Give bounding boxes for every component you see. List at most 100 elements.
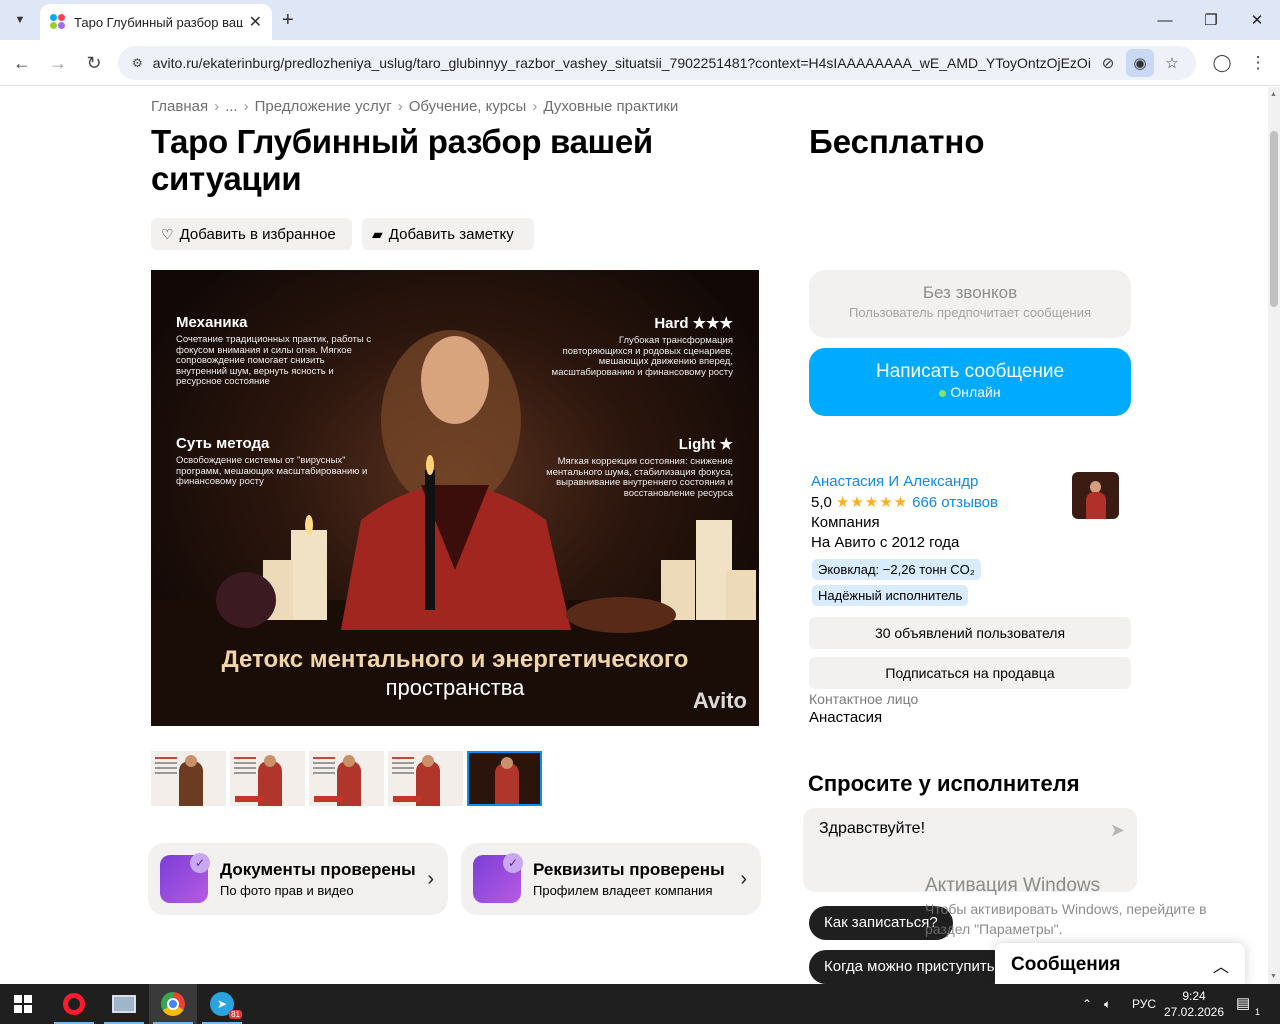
seller-rating-value: 5,0 (811, 494, 832, 511)
reliable-badge[interactable]: Надёжный исполнитель (812, 585, 969, 606)
heart-icon: ♡ (161, 225, 174, 242)
page-scrollbar[interactable]: ▲ ▼ (1268, 87, 1280, 984)
taskbar-clock[interactable]: 9:24 27.02.2026 (1160, 988, 1228, 1020)
image-mechanics-text: Сочетание традиционных практик, работы с… (176, 334, 372, 387)
subscribe-seller-button[interactable]: Подписаться на продавца (809, 657, 1131, 689)
send-icon[interactable]: ➤ (1110, 820, 1125, 841)
ask-message-input[interactable]: Здравствуйте! ➤ (803, 808, 1137, 892)
chevron-up-icon[interactable]: ︿ (1213, 953, 1229, 977)
restore-icon[interactable]: ❐ (1188, 0, 1234, 40)
minimize-icon[interactable]: — (1142, 0, 1188, 40)
requisites-verified-subtitle: Профилем владеет компания (533, 883, 713, 898)
eye-off-icon[interactable]: ⊘ (1094, 49, 1122, 77)
breadcrumb: Главная ›... › Предложение услуг › Обучение, … (151, 98, 679, 115)
documents-verified-card[interactable]: ✓ Документы проверены По фото прав и вид… (148, 843, 448, 915)
seller-ads-button[interactable]: 30 объявлений пользователя (809, 617, 1131, 649)
image-mechanics-heading: Механика (176, 314, 248, 331)
opera-icon (63, 993, 85, 1015)
documents-verified-title: Документы проверены (220, 860, 416, 879)
scroll-up-icon[interactable]: ▲ (1270, 91, 1277, 98)
no-calls-title: Без звонков (922, 283, 1018, 302)
image-headline: Детокс ментального и энергетического (221, 646, 689, 673)
chevron-down-icon[interactable]: ▼ (8, 8, 32, 32)
breadcrumb-services[interactable]: Предложение услуг (255, 98, 392, 115)
no-calls-info: Без звонков Пользователь предпочитает со… (809, 270, 1131, 338)
star-icon[interactable]: ☆ (1158, 49, 1186, 77)
browser-tab[interactable]: Таро Глубинный разбор ваше ✕ (40, 4, 272, 40)
breadcrumb-home[interactable]: Главная (151, 98, 208, 115)
add-favorite-label: Добавить в избранное (179, 225, 336, 243)
add-favorite-button[interactable]: ♡ Добавить в избранное (151, 218, 352, 250)
explorer-taskbar-button[interactable] (100, 984, 148, 1024)
reload-icon[interactable]: ↻ (81, 50, 107, 76)
watermark-line-2: раздел "Параметры". (925, 921, 1063, 937)
image-block-light: Light ★ Мягкая коррекция состояния: сниж… (533, 435, 733, 499)
contact-person-label: Контактное лицо (809, 691, 919, 707)
clock-time: 9:24 (1182, 989, 1206, 1003)
messages-panel-bar[interactable]: Сообщения ︿ (995, 943, 1245, 984)
telegram-taskbar-button[interactable]: ➤ 81 (198, 984, 246, 1024)
thumbnail-4[interactable] (388, 751, 463, 806)
lens-icon[interactable]: ◉ (1126, 49, 1154, 77)
add-note-label: Добавить заметку (388, 225, 514, 243)
requisites-verified-card[interactable]: ✓ Реквизиты проверены Профилем владеет к… (461, 843, 761, 915)
notifications-icon[interactable]: ▤ 1 (1236, 994, 1260, 1017)
image-hard-text: Глубокая трансформация повторяющихся и р… (551, 335, 733, 378)
seller-reviews-link[interactable]: 666 отзывов (912, 494, 998, 511)
thumbnail-2[interactable] (230, 751, 305, 806)
quick-question-chip[interactable]: Как записаться? (809, 906, 953, 940)
kebab-menu-icon[interactable]: ⋮ (1245, 50, 1271, 76)
speaker-muted-icon[interactable]: 🔈︎ (1104, 984, 1111, 1024)
breadcrumb-spiritual[interactable]: Духовные практики (543, 98, 678, 115)
online-dot-icon (939, 389, 947, 397)
breadcrumb-ellipsis[interactable]: ... (225, 98, 238, 115)
ask-message-value[interactable]: Здравствуйте! (819, 820, 1121, 838)
main-photo[interactable]: Механика Сочетание традиционных практик,… (151, 270, 759, 726)
documents-verified-icon: ✓ (160, 853, 210, 903)
scroll-down-icon[interactable]: ▼ (1270, 973, 1277, 980)
url-text[interactable]: avito.ru/ekaterinburg/predlozheniya_uslu… (153, 55, 1090, 71)
chrome-icon (161, 992, 185, 1016)
requisites-verified-icon: ✓ (473, 853, 523, 903)
clock-date: 27.02.2026 (1163, 1005, 1225, 1019)
quick-question-chip[interactable]: Когда можно приступить (809, 950, 1010, 984)
window-close-icon[interactable]: ✕ (1234, 0, 1280, 40)
messages-label: Сообщения (1011, 953, 1121, 975)
add-note-button[interactable]: ▰ Добавить заметку (362, 218, 534, 250)
image-hard-heading: Hard ★★★ (654, 315, 733, 332)
thumbnail-1[interactable] (151, 751, 226, 806)
image-block-mechanics: Механика Сочетание традиционных практик,… (176, 314, 376, 388)
address-bar[interactable]: ⚙ avito.ru/ekaterinburg/predlozheniya_us… (118, 46, 1196, 80)
eco-badge[interactable]: Эковклад: −2,26 тонн CO₂ (812, 559, 981, 580)
write-message-label: Написать сообщение (875, 361, 1065, 382)
breadcrumb-education[interactable]: Обучение, курсы (409, 98, 527, 115)
price: Бесплатно (809, 123, 985, 160)
telegram-badge: 81 (229, 1010, 242, 1019)
write-message-button[interactable]: Написать сообщение Онлайн (809, 348, 1131, 416)
page-content: Главная ›... › Предложение услуг › Обучение, … (0, 87, 1268, 984)
thumbnail-5-selected[interactable] (467, 751, 542, 806)
browser-tab-bar: ▼ Таро Глубинный разбор ваше ✕ + — ❐ ✕ (0, 0, 1280, 40)
opera-taskbar-button[interactable] (50, 984, 98, 1024)
image-subheadline: пространства (385, 675, 525, 700)
watermark-line-1: Чтобы активировать Windows, перейдите в (925, 901, 1207, 917)
no-calls-subtitle: Пользователь предпочитает сообщения (848, 305, 1091, 320)
arrow-right-icon[interactable]: → (45, 50, 71, 76)
chevron-up-icon[interactable]: ⌃ (1082, 984, 1092, 1024)
image-block-hard: Hard ★★★ Глубокая трансформация повторяю… (551, 314, 733, 378)
arrow-left-icon[interactable]: ← (9, 50, 35, 76)
seller-avatar[interactable] (1072, 472, 1119, 519)
profile-icon[interactable]: ◯ (1209, 50, 1235, 76)
contact-person-name: Анастасия (809, 709, 883, 726)
chrome-taskbar-button[interactable] (149, 984, 197, 1024)
language-indicator[interactable]: РУС (1132, 984, 1156, 1024)
plus-icon[interactable]: + (282, 8, 294, 32)
windows-start-icon[interactable] (14, 995, 32, 1013)
windows-taskbar: ➤ 81 ⌃ 🔈︎ РУС 9:24 27.02.2026 ▤ 1 (0, 984, 1280, 1024)
monitor-icon (112, 995, 136, 1013)
close-icon[interactable]: ✕ (249, 12, 262, 32)
tune-icon[interactable]: ⚙ (132, 56, 143, 70)
thumbnail-3[interactable] (309, 751, 384, 806)
scrollbar-thumb[interactable] (1270, 131, 1278, 307)
rating-stars-icon: ★★★★★ (835, 494, 909, 511)
